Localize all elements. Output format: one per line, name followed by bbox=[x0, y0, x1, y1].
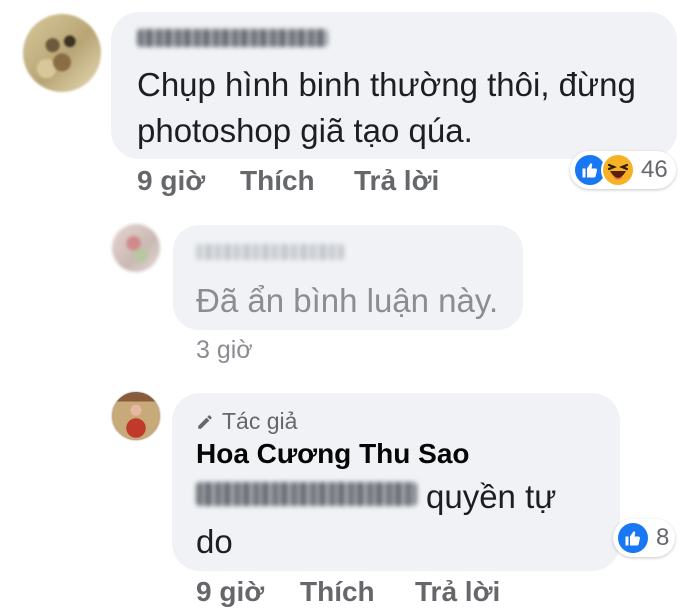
author-name-blurred[interactable] bbox=[196, 244, 344, 260]
reply-button[interactable]: Trả lời bbox=[415, 576, 500, 608]
haha-icon bbox=[601, 153, 635, 187]
author-badge: Tác giả bbox=[196, 408, 297, 435]
comment-time[interactable]: 9 giờ bbox=[137, 165, 205, 197]
reaction-count: 46 bbox=[641, 156, 668, 183]
hidden-comment-text: Đã ẩn bình luận này. bbox=[196, 282, 499, 319]
like-button[interactable]: Thích bbox=[240, 165, 315, 197]
reaction-summary[interactable]: 46 bbox=[570, 151, 676, 189]
mention-blurred[interactable] bbox=[196, 482, 417, 506]
avatar[interactable] bbox=[111, 391, 161, 441]
like-icon bbox=[616, 521, 650, 555]
reaction-summary[interactable]: 8 bbox=[613, 519, 676, 557]
comment-text: quyền tự bbox=[426, 478, 557, 515]
comment-text: Chụp hình binh thường thôi, đừng photosh… bbox=[137, 66, 636, 149]
comment-text: do bbox=[196, 523, 233, 560]
reply-button[interactable]: Trả lời bbox=[354, 165, 439, 197]
avatar[interactable] bbox=[23, 14, 101, 92]
comment-time[interactable]: 3 giờ bbox=[196, 336, 253, 365]
pencil-icon bbox=[196, 413, 214, 431]
avatar[interactable] bbox=[112, 224, 160, 272]
author-name[interactable]: Hoa Cương Thu Sao bbox=[196, 438, 470, 470]
reaction-count: 8 bbox=[656, 524, 670, 551]
like-button[interactable]: Thích bbox=[300, 576, 375, 608]
author-name-blurred[interactable] bbox=[137, 29, 328, 47]
comment-time[interactable]: 9 giờ bbox=[196, 576, 264, 608]
author-badge-label: Tác giả bbox=[222, 408, 298, 434]
